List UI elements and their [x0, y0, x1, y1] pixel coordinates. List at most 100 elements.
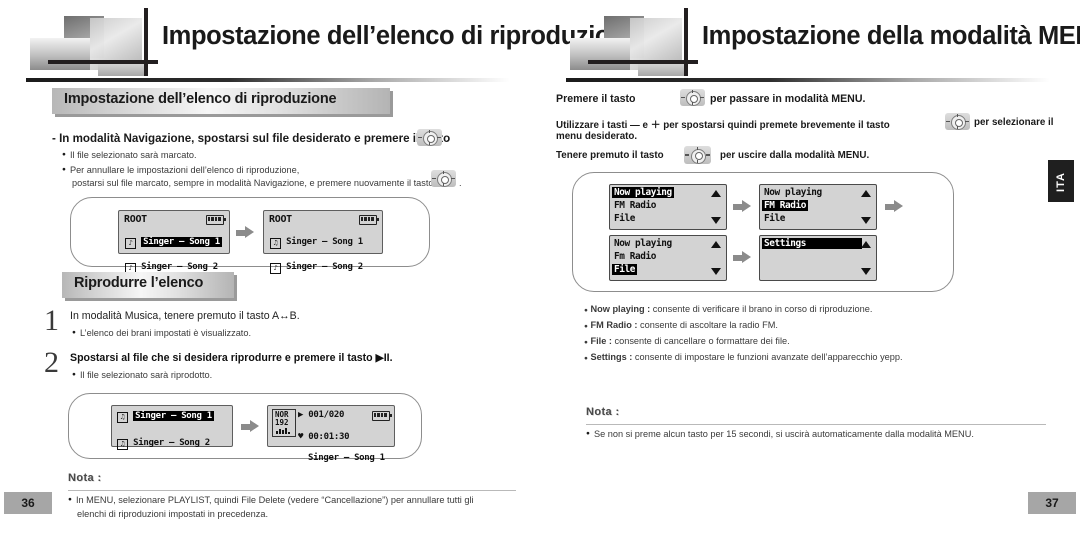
step-1-text: In modalità Musica, tenere premuto il ta… — [70, 310, 300, 322]
lcd-screen-root-after: ROOT ♫ Singer – Song 1 ♪ Singer – Song 2 — [263, 210, 383, 274]
step-number-1: 1 — [44, 304, 59, 337]
nota-label-right: Nota : — [586, 406, 620, 418]
bullet-dot: ● — [584, 323, 588, 330]
lcd-bitrate: 192 — [275, 418, 289, 427]
bullet-file-marked: Il file selezionato sarà marcato. — [62, 150, 197, 160]
bullet-cancel-settings: Per annullare le impostazioni dell’elenc… — [62, 165, 299, 175]
intro-line2-part1: Utilizzare i tasti — e ＋ per spostarsi q… — [556, 120, 890, 131]
side-tab-language: ITA — [1048, 160, 1074, 202]
page-number-right: 37 — [1028, 492, 1076, 514]
term: Now playing — [590, 304, 645, 314]
scroll-up-icon[interactable] — [861, 190, 871, 197]
step-2-text: Spostarsi al file che si desidera riprod… — [70, 352, 393, 364]
scroll-down-icon[interactable] — [861, 268, 871, 275]
arrow-right-icon — [236, 226, 254, 239]
left-title-rule — [26, 78, 510, 82]
heart-icon: ♥ — [298, 432, 304, 442]
lcd-screen-root-before: ROOT ♪ Singer – Song 1 ♪ Singer – Song 2 — [118, 210, 230, 274]
menu-item-now-playing[interactable]: Now playing — [764, 187, 822, 198]
menu-item-file[interactable]: File — [764, 213, 785, 224]
banner-block-4 — [98, 62, 144, 76]
arrow-right-icon — [733, 200, 751, 213]
menu-screen-3: Now playing Fm Radio File — [609, 235, 727, 281]
banner-vertical-line — [684, 8, 688, 76]
lcd-screen-playlist: ♫ Singer – Song 1 ♫ Singer – Song 2 — [111, 405, 233, 450]
nota-bullet-left-cont: elenchi di riproduzioni impostati in pre… — [77, 509, 269, 519]
bullet-cancel-settings-cont: postarsi sul file marcato, sempre in mod… — [72, 178, 434, 188]
menu-description-fm-radio: ● FM Radio : consente di ascoltare la ra… — [584, 320, 778, 330]
lcd-row-selected: ♪ Singer – Song 1 — [125, 237, 235, 249]
nota-bullet-left: In MENU, selezionare PLAYLIST, quindi Fi… — [68, 495, 474, 505]
lcd-row: ♫ Singer – Song 2 — [117, 438, 237, 450]
bullet-dot: ● — [584, 339, 588, 346]
menu-item-file[interactable]: File — [614, 213, 635, 224]
term: Settings — [590, 352, 627, 362]
desc: consente di verificare il brano in corso… — [652, 304, 873, 314]
lcd-track-row: ▶ 001/020 — [298, 410, 424, 420]
menu-item-file[interactable]: File — [612, 264, 637, 275]
menu-item-now-playing[interactable]: Now playing — [612, 187, 674, 198]
menu-screen-1: Now playing FM Radio File — [609, 184, 727, 230]
menu-description-file: ● File : consente di cancellare o format… — [584, 336, 790, 346]
intro-line3-part2: per uscire dalla modalità MENU. — [720, 150, 870, 161]
menu-description-settings: ● Settings : consente di impostare le fu… — [584, 352, 903, 362]
sep: : — [626, 352, 635, 362]
scroll-up-icon[interactable] — [711, 241, 721, 248]
section-heading-label: Riprodurre l’elenco — [74, 275, 204, 291]
music-note-icon: ♪ — [125, 238, 136, 249]
equalizer-icon — [276, 427, 291, 434]
side-tab-label: ITA — [1055, 172, 1067, 192]
menu-item-fm-radio[interactable]: Fm Radio — [614, 251, 656, 262]
sep: : — [606, 336, 615, 346]
intro-line2-part3: menu desiderato. — [556, 131, 638, 142]
step-1-bullet: L’elenco dei brani impostati è visualizz… — [72, 328, 251, 338]
scroll-down-icon[interactable] — [711, 268, 721, 275]
section-heading-playlist-settings: Impostazione dell’elenco di riproduzione — [52, 88, 390, 114]
illustration-frame-play: ♫ Singer – Song 1 ♫ Singer – Song 2 NOR … — [68, 393, 422, 463]
banner-horizontal-line — [588, 60, 698, 64]
lcd-time-row: ♥ 00:01:30 — [298, 432, 424, 442]
right-page-title: Impostazione della modalità MENU — [702, 22, 1080, 50]
desc: consente di cancellare o formattare dei … — [614, 336, 790, 346]
nota-label-left: Nota : — [68, 472, 102, 484]
intro-line2-part2: per selezionare il — [974, 117, 1054, 128]
joystick-icon — [431, 170, 456, 188]
term: File — [590, 336, 607, 346]
lcd-row-text: Singer – Song 1 — [141, 237, 222, 247]
lcd-row-text: Singer – Song 2 — [133, 438, 210, 448]
lcd-row-text: Singer – Song 1 — [133, 411, 214, 421]
joystick-icon — [417, 129, 442, 147]
banner-block-2 — [30, 38, 90, 70]
right-title-rule — [566, 78, 1050, 82]
scroll-down-icon[interactable] — [711, 217, 721, 224]
playlist-mark-icon: ♫ — [270, 238, 281, 249]
menu-item-now-playing[interactable]: Now playing — [614, 238, 672, 249]
menu-item-fm-radio[interactable]: FM Radio — [614, 200, 656, 211]
desc: consente di impostare le funzioni avanza… — [634, 352, 903, 362]
section-heading-label: Impostazione dell’elenco di riproduzione — [64, 91, 337, 107]
scroll-up-icon[interactable] — [711, 190, 721, 197]
lcd-row-text: Singer – Song 2 — [141, 262, 218, 272]
intro-line3-part1: Tenere premuto il tasto — [556, 150, 664, 161]
menu-item-fm-radio[interactable]: FM Radio — [762, 200, 808, 211]
menu-description-now-playing: ● Now playing : consente di verificare i… — [584, 304, 872, 314]
scroll-down-icon[interactable] — [861, 217, 871, 224]
lcd-row: ♪ Singer – Song 2 — [270, 262, 388, 274]
banner-horizontal-line — [48, 60, 158, 64]
bullet-dot: ● — [584, 307, 588, 314]
arrow-right-icon — [885, 200, 903, 213]
menu-item-settings[interactable]: Settings — [762, 238, 862, 249]
music-note-icon: ♪ — [270, 263, 281, 274]
scroll-up-icon[interactable] — [861, 241, 871, 248]
sep: : — [631, 320, 641, 330]
menu-screen-4: Settings — [759, 235, 877, 281]
desc: consente di ascoltare la radio FM. — [640, 320, 778, 330]
lcd-screen-nowplaying: NOR 192 ▶ 001/020 ♥ 00:01:30 Singer – So… — [267, 405, 395, 463]
lcd-status-icons: NOR 192 — [272, 409, 296, 437]
lcd-row-text: Singer – Song 2 — [286, 262, 363, 272]
battery-icon — [372, 411, 392, 421]
intro-line1-part2: per passare in modalità MENU. — [710, 93, 866, 105]
lead-instruction: - In modalità Navigazione, spostarsi sul… — [52, 132, 451, 145]
intro-line1-part1: Premere il tasto — [556, 93, 636, 105]
joystick-icon — [680, 89, 705, 107]
